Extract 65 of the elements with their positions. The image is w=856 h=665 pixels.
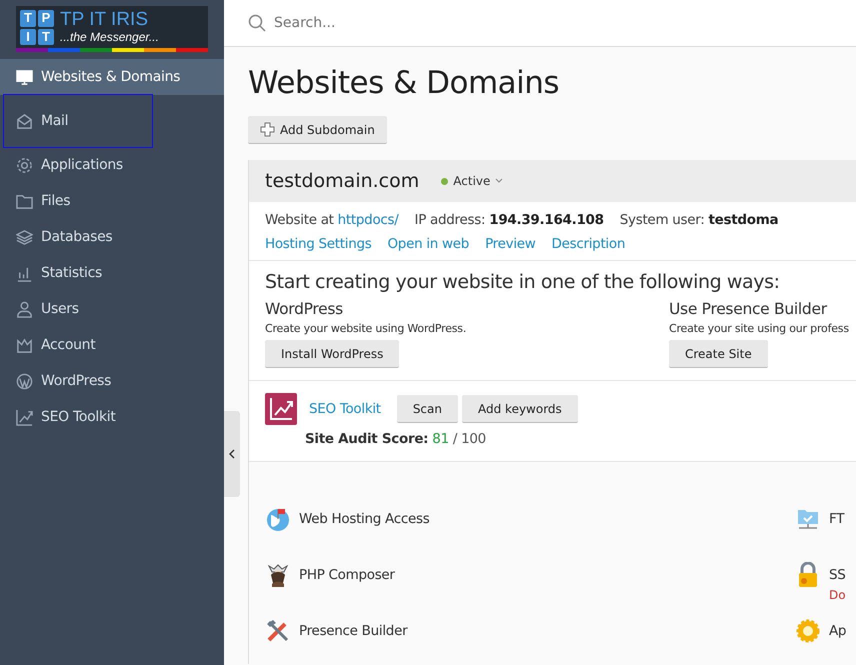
option-button[interactable]: Install WordPress	[265, 340, 400, 368]
tool-link[interactable]: FT	[829, 506, 844, 532]
figure-icon	[265, 562, 291, 588]
seo-button[interactable]: Scan	[396, 395, 458, 423]
globe-icon	[265, 506, 291, 532]
crown-icon	[16, 336, 33, 354]
tool-note: Do	[829, 588, 846, 602]
audit-score: Site Audit Score: 81 / 100	[305, 431, 487, 447]
search-icon	[248, 14, 266, 32]
domain-link[interactable]: Preview	[485, 236, 536, 252]
sidebar-item[interactable]: Databases	[0, 219, 224, 255]
info-text: IP address: 194.39.164.108	[414, 212, 604, 228]
logo-title: TP IT IRIS	[60, 10, 149, 30]
sidebar-item[interactable]: Users	[0, 291, 224, 327]
logo-letter: T	[38, 28, 54, 45]
gear-icon	[16, 156, 33, 174]
option-description: Create your site using our profess	[669, 322, 850, 335]
sidebar-item[interactable]: Files	[0, 183, 224, 219]
sidebar-item[interactable]: SEO Toolkit	[0, 399, 224, 435]
domain-name: testdomain.com	[265, 170, 420, 192]
plus-icon	[260, 122, 275, 137]
sidebar-item[interactable]: Mail	[4, 95, 152, 147]
logo-tagline: ...the Messenger...	[60, 30, 159, 45]
logo-letter: P	[38, 10, 54, 26]
envelope-icon	[16, 112, 33, 130]
domain-link[interactable]: Description	[552, 236, 626, 252]
sidebar-item[interactable]: Applications	[0, 147, 224, 183]
status-dropdown[interactable]: Active	[441, 174, 504, 188]
monitor-icon	[16, 68, 33, 86]
logo-letter: I	[20, 28, 36, 45]
domain-link[interactable]: Open in web	[387, 236, 470, 252]
sun-icon	[795, 618, 821, 644]
seo-button[interactable]: Add keywords	[462, 395, 578, 423]
wordpress-icon	[16, 372, 33, 390]
seo-toolkit-link[interactable]: SEO Toolkit	[309, 401, 381, 417]
sidebar-item[interactable]: WordPress	[0, 363, 224, 399]
line-chart-icon	[16, 408, 33, 426]
user-icon	[16, 300, 33, 318]
caret-icon	[495, 178, 504, 184]
info-text: System user: testdoma	[620, 212, 778, 228]
tool-link[interactable]: Ap	[829, 618, 846, 644]
seo-chart-icon	[265, 393, 297, 425]
option-button[interactable]: Create Site	[669, 340, 768, 368]
collapse-handle[interactable]	[224, 411, 240, 497]
search-field[interactable]: Search...	[272, 14, 576, 32]
page-title: Websites & Domains	[248, 64, 560, 102]
folder-icon	[16, 192, 33, 210]
logo-letter: T	[20, 10, 36, 26]
option-description: Create your website using WordPress.	[265, 322, 468, 335]
tool-link[interactable]: PHP Composer	[299, 562, 395, 588]
option-title: Use Presence Builder	[669, 300, 828, 318]
sidebar-item[interactable]: Account	[0, 327, 224, 363]
sidebar-item[interactable]: Websites & Domains	[0, 59, 224, 95]
sidebar-item[interactable]: Statistics	[0, 255, 224, 291]
domain-link[interactable]: Hosting Settings	[265, 236, 372, 252]
add-subdomain-button[interactable]: Add Subdomain	[248, 116, 387, 144]
pencil-hammer-icon	[265, 618, 291, 644]
chevron-left-icon	[228, 449, 236, 459]
layers-icon	[16, 228, 33, 246]
tool-link[interactable]: SS	[829, 562, 846, 588]
tool-link[interactable]: Presence Builder	[299, 618, 408, 644]
tool-link[interactable]: Web Hosting Access	[299, 506, 430, 532]
section-heading: Start creating your website in one of the following ways:	[265, 271, 781, 293]
info-text: Website at httpdocs/	[265, 212, 399, 228]
option-title: WordPress	[265, 300, 344, 318]
